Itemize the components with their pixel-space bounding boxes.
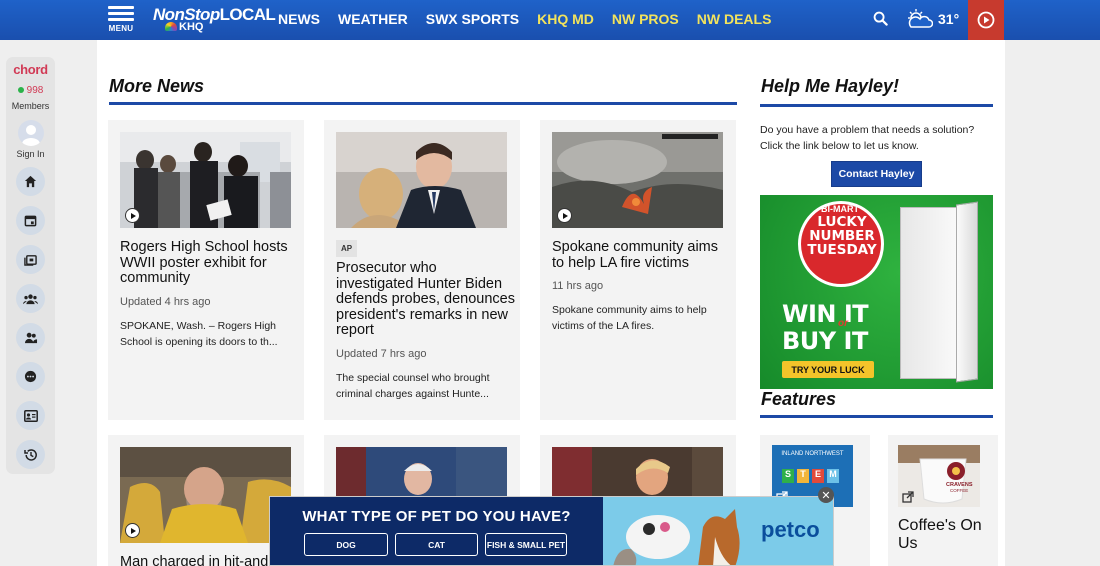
bimart-buy-text: BUY IT	[782, 327, 868, 355]
bimart-win-text: WIN IT	[782, 300, 869, 328]
news-thumbnail[interactable]	[120, 447, 291, 543]
temperature: 31°	[938, 11, 960, 27]
cravens-sub: COFFEE	[950, 488, 969, 493]
online-dot-icon	[17, 87, 24, 93]
pet-dog-button[interactable]: DOG	[304, 533, 388, 556]
weather-widget[interactable]: 31°	[905, 9, 959, 29]
wildfire-photo	[552, 132, 723, 228]
chord-logo[interactable]: chord	[6, 62, 55, 77]
news-headline[interactable]: Rogers High School hosts WWII poster exh…	[120, 239, 300, 287]
stem-letter: T	[797, 469, 809, 483]
news-headline[interactable]: Spokane community aims to help LA fire v…	[552, 239, 732, 271]
nav-khq-md[interactable]: KHQ MD	[537, 11, 594, 27]
feature-card[interactable]: CRAVENS COFFEE Coffee's On Us	[888, 435, 998, 566]
news-timestamp: Updated 4 hrs ago	[120, 296, 211, 308]
pet-type-panel: WHAT TYPE OF PET DO YOU HAVE? DOG CAT FI…	[270, 497, 603, 565]
bimart-headline: LUCKY NUMBER TUESDAY	[807, 214, 877, 258]
nav-weather[interactable]: WEATHER	[338, 11, 408, 27]
nav-nw-pros[interactable]: NW PROS	[612, 11, 679, 27]
news-timestamp: Updated 7 hrs ago	[336, 348, 427, 360]
petco-logo: petco	[761, 517, 820, 542]
user-avatar-icon	[22, 125, 40, 146]
main-content: More News Rogers High School hosts WWII …	[97, 40, 1005, 566]
video-play-icon	[125, 523, 140, 538]
news-timestamp: 11 hrs ago	[552, 280, 604, 292]
logo-station: KHQ	[179, 21, 204, 33]
menu-button[interactable]: MENU	[108, 4, 134, 36]
news-card[interactable]: Spokane community aims to help LA fire v…	[540, 120, 736, 420]
menu-label: MENU	[108, 24, 134, 33]
help-hayley-rule	[760, 104, 993, 107]
news-summary: Spokane community aims to help victims o…	[552, 304, 707, 332]
news-summary: The special counsel who brought criminal…	[336, 372, 490, 400]
petco-ad[interactable]: WHAT TYPE OF PET DO YOU HAVE? DOG CAT FI…	[269, 496, 834, 566]
petco-image-panel: petco	[603, 497, 833, 565]
peacock-icon	[165, 22, 177, 31]
features-rule	[760, 415, 993, 418]
online-members-count: 998	[6, 85, 55, 96]
calendar-icon[interactable]	[16, 206, 45, 235]
students-photo	[120, 132, 291, 228]
news-card[interactable]: Rogers High School hosts WWII poster exh…	[108, 120, 304, 420]
home-icon[interactable]	[16, 167, 45, 196]
video-play-icon	[125, 208, 140, 223]
history-icon[interactable]	[16, 440, 45, 469]
nav-nw-deals[interactable]: NW DEALS	[697, 11, 772, 27]
source-tag-ap: AP	[336, 240, 357, 257]
try-your-luck-button[interactable]: TRY YOUR LUCK	[782, 361, 874, 378]
news-thumbnail[interactable]	[120, 132, 291, 228]
members-label: Members	[11, 101, 50, 111]
groups-icon[interactable]	[16, 284, 45, 313]
news-thumbnail[interactable]	[336, 132, 507, 228]
bimart-ad[interactable]: BI-MART LUCKY NUMBER TUESDAY WIN IT or B…	[760, 195, 993, 389]
features-heading: Features	[761, 389, 837, 409]
news-card[interactable]: AP Prosecutor who investigated Hunter Bi…	[324, 120, 520, 420]
main-nav: NEWS WEATHER SWX SPORTS KHQ MD NW PROS N…	[278, 11, 771, 27]
stem-letter: E	[812, 469, 824, 483]
help-hayley-description: Do you have a problem that needs a solut…	[760, 124, 975, 152]
stem-caption: INLAND NORTHWEST	[781, 451, 844, 457]
bimart-logo: BI-MART	[821, 204, 859, 214]
pet-question: WHAT TYPE OF PET DO YOU HAVE?	[302, 508, 571, 525]
play-circle-icon	[977, 11, 995, 29]
nav-swx-sports[interactable]: SWX SPORTS	[426, 11, 519, 27]
court-photo	[120, 447, 291, 543]
cabinet-image	[900, 207, 960, 379]
avatar[interactable]	[18, 120, 44, 146]
video-play-icon	[557, 208, 572, 223]
live-stream-button[interactable]	[968, 0, 1004, 40]
chord-sidebar: chord 998 Members Sign In	[6, 57, 55, 474]
cloudy-sun-icon	[908, 9, 933, 28]
people-icon[interactable]	[16, 323, 45, 352]
contact-hayley-button[interactable]: Contact Hayley	[831, 161, 922, 187]
nav-news[interactable]: NEWS	[278, 11, 320, 27]
news-thumbnail[interactable]	[552, 132, 723, 228]
chat-icon[interactable]	[16, 362, 45, 391]
stem-letter: M	[827, 469, 839, 483]
search-icon[interactable]	[873, 11, 888, 26]
top-nav-bar: MENU NonStopLOCAL KHQ NEWS WEATHER SWX S…	[0, 0, 1100, 40]
pet-cat-button[interactable]: CAT	[395, 533, 478, 556]
more-news-heading: More News	[109, 76, 205, 96]
hunter-biden-photo	[336, 132, 507, 228]
pet-fish-button[interactable]: FISH & SMALL PET	[485, 533, 567, 556]
more-news-rule	[109, 102, 737, 105]
events-icon[interactable]	[16, 245, 45, 274]
hamburger-icon	[108, 6, 134, 21]
stem-letter: S	[782, 469, 794, 483]
news-headline[interactable]: Prosecutor who investigated Hunter Biden…	[336, 260, 516, 339]
feature-title[interactable]: Coffee's On Us	[898, 517, 988, 553]
help-hayley-heading: Help Me Hayley!	[761, 76, 900, 96]
sign-in-link[interactable]: Sign In	[6, 149, 55, 159]
news-summary: SPOKANE, Wash. – Rogers High School is o…	[120, 320, 278, 348]
station-logo[interactable]: NonStopLOCAL KHQ	[153, 5, 276, 35]
coffee-thumbnail[interactable]: CRAVENS COFFEE	[898, 445, 980, 507]
external-link-icon	[902, 491, 914, 503]
contact-card-icon[interactable]	[16, 401, 45, 430]
cabinet-door-image	[956, 201, 978, 383]
close-ad-icon[interactable]: ✕	[818, 487, 834, 503]
